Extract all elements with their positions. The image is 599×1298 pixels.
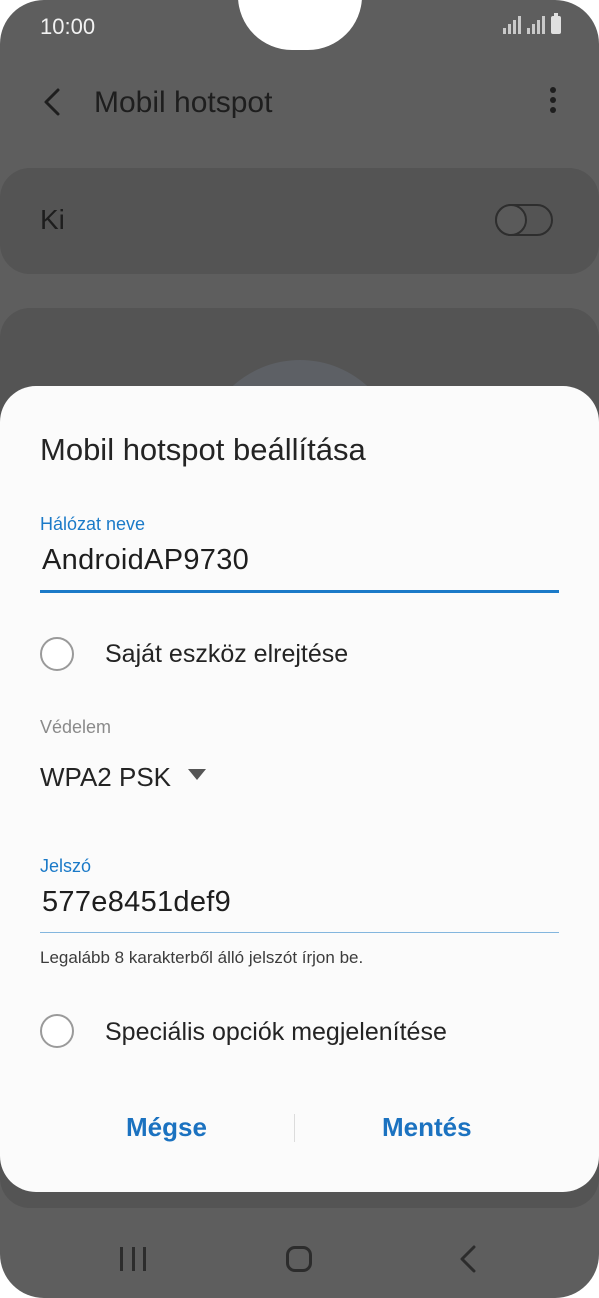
battery-icon bbox=[551, 13, 561, 34]
password-underline bbox=[40, 932, 559, 933]
security-select[interactable]: WPA2 PSK bbox=[40, 762, 171, 793]
button-divider bbox=[294, 1114, 295, 1142]
save-button[interactable]: Mentés bbox=[382, 1112, 472, 1143]
network-name-label: Hálózat neve bbox=[40, 514, 146, 534]
dialog-title: Mobil hotspot beállítása bbox=[40, 432, 366, 467]
cancel-button[interactable]: Mégse bbox=[126, 1112, 207, 1143]
hotspot-switch-row[interactable]: Ki bbox=[0, 168, 599, 274]
hotspot-settings-dialog: Mobil hotspot beállítása Hálózat neve An… bbox=[0, 386, 599, 1192]
hide-device-label[interactable]: Saját eszköz elrejtése bbox=[105, 640, 348, 669]
phone-screen: 10:00 Mobil hotspot Ki Mobil hotspot beá… bbox=[0, 0, 599, 1298]
password-hint: Legalább 8 karakterből álló jelszót írjo… bbox=[40, 948, 364, 967]
page-title: Mobil hotspot bbox=[94, 86, 273, 119]
network-name-input[interactable]: AndroidAP9730 bbox=[42, 544, 249, 577]
hide-device-radio[interactable] bbox=[40, 637, 74, 671]
password-label: Jelszó bbox=[40, 856, 92, 876]
hotspot-toggle[interactable] bbox=[495, 204, 553, 236]
home-icon[interactable] bbox=[286, 1246, 312, 1272]
advanced-options-radio[interactable] bbox=[40, 1014, 74, 1048]
app-bar: Mobil hotspot bbox=[0, 70, 599, 136]
status-bar: 10:00 bbox=[0, 0, 599, 56]
back-arrow-icon[interactable] bbox=[36, 84, 72, 120]
navigation-bar bbox=[0, 1222, 599, 1298]
status-time: 10:00 bbox=[40, 14, 96, 39]
toggle-knob bbox=[495, 204, 527, 236]
advanced-options-label[interactable]: Speciális opciók megjelenítése bbox=[105, 1018, 447, 1047]
back-icon[interactable] bbox=[456, 1244, 480, 1274]
password-input[interactable]: 577e8451def9 bbox=[42, 886, 231, 919]
hotspot-switch-label: Ki bbox=[40, 204, 65, 235]
signal-icon bbox=[503, 16, 521, 34]
security-label: Védelem bbox=[40, 717, 112, 737]
more-vert-icon[interactable] bbox=[547, 84, 559, 120]
network-name-underline bbox=[40, 590, 559, 593]
dropdown-arrow-icon[interactable] bbox=[188, 769, 206, 780]
signal-icon bbox=[527, 16, 545, 34]
recents-icon[interactable] bbox=[120, 1247, 146, 1271]
status-icons bbox=[503, 13, 561, 34]
